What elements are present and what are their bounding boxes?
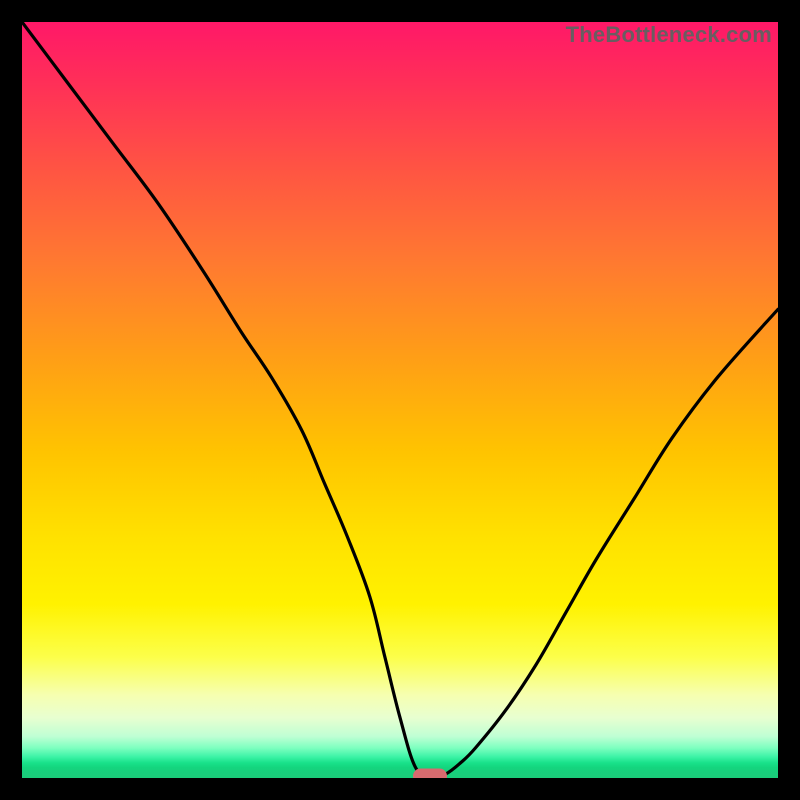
plot-area: TheBottleneck.com — [22, 22, 778, 778]
watermark-label: TheBottleneck.com — [566, 22, 772, 48]
optimum-marker — [413, 768, 447, 778]
curve-path — [22, 22, 778, 778]
bottleneck-curve — [22, 22, 778, 778]
chart-frame: TheBottleneck.com — [0, 0, 800, 800]
